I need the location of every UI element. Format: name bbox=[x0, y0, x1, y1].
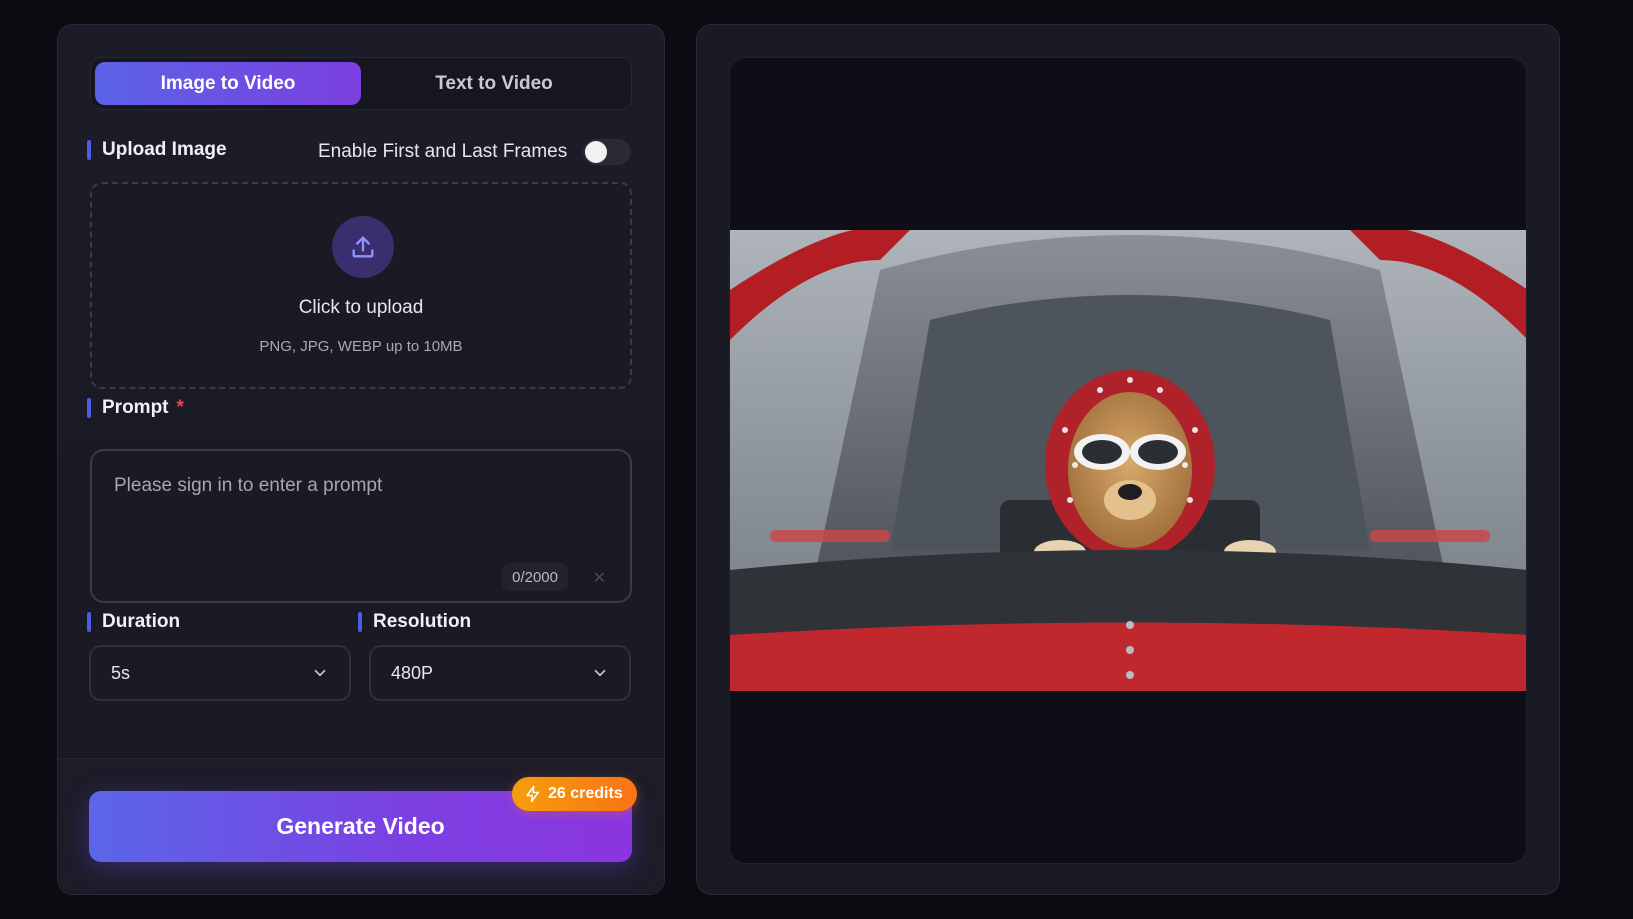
credits-label: 26 credits bbox=[548, 785, 623, 802]
image-upload-dropzone[interactable]: Click to upload PNG, JPG, WEBP up to 10M… bbox=[90, 182, 632, 389]
upload-label-text: Upload Image bbox=[102, 139, 227, 160]
settings-panel: Image to Video Text to Video Upload Imag… bbox=[57, 24, 665, 895]
tab-image-to-video[interactable]: Image to Video bbox=[95, 62, 361, 105]
chevron-down-icon bbox=[594, 669, 606, 677]
video-preview-frame bbox=[729, 57, 1527, 864]
first-last-frames-label: Enable First and Last Frames bbox=[318, 141, 568, 162]
duration-select[interactable]: 5s bbox=[89, 645, 351, 701]
toggle-knob bbox=[585, 141, 608, 163]
first-last-frames-row: Enable First and Last Frames bbox=[318, 139, 632, 165]
upload-format-hint: PNG, JPG, WEBP up to 10MB bbox=[259, 338, 463, 355]
upload-icon bbox=[332, 216, 394, 278]
upload-section-label: Upload Image bbox=[87, 139, 227, 161]
resolution-select[interactable]: 480P bbox=[369, 645, 631, 701]
preview-panel bbox=[696, 24, 1560, 895]
required-asterisk: * bbox=[176, 397, 184, 418]
section-accent-bar bbox=[87, 140, 91, 160]
generate-video-label: Generate Video bbox=[276, 813, 445, 839]
prompt-char-count: 0/2000 bbox=[502, 563, 568, 591]
section-accent-bar bbox=[87, 398, 91, 418]
duration-value: 5s bbox=[111, 662, 131, 683]
duration-section-label: Duration bbox=[87, 611, 180, 633]
mode-tabs: Image to Video Text to Video bbox=[90, 57, 632, 110]
prompt-label-text: Prompt bbox=[102, 397, 169, 418]
resolution-section-label: Resolution bbox=[358, 611, 471, 633]
duration-label-text: Duration bbox=[102, 611, 181, 632]
first-last-frames-toggle[interactable] bbox=[583, 139, 632, 165]
credits-badge: 26 credits bbox=[512, 777, 637, 811]
preview-image bbox=[730, 230, 1526, 691]
lightning-icon bbox=[526, 785, 539, 803]
section-accent-bar bbox=[358, 612, 362, 632]
resolution-label-text: Resolution bbox=[373, 611, 472, 632]
upload-title: Click to upload bbox=[298, 297, 424, 318]
section-accent-bar bbox=[87, 612, 91, 632]
close-icon[interactable]: ✕ bbox=[593, 568, 606, 588]
chevron-down-icon bbox=[314, 669, 326, 677]
resolution-value: 480P bbox=[391, 662, 434, 683]
tab-text-to-video[interactable]: Text to Video bbox=[361, 62, 627, 105]
prompt-field: 0/2000 ✕ bbox=[90, 449, 632, 603]
prompt-section-label: Prompt * bbox=[87, 397, 184, 419]
